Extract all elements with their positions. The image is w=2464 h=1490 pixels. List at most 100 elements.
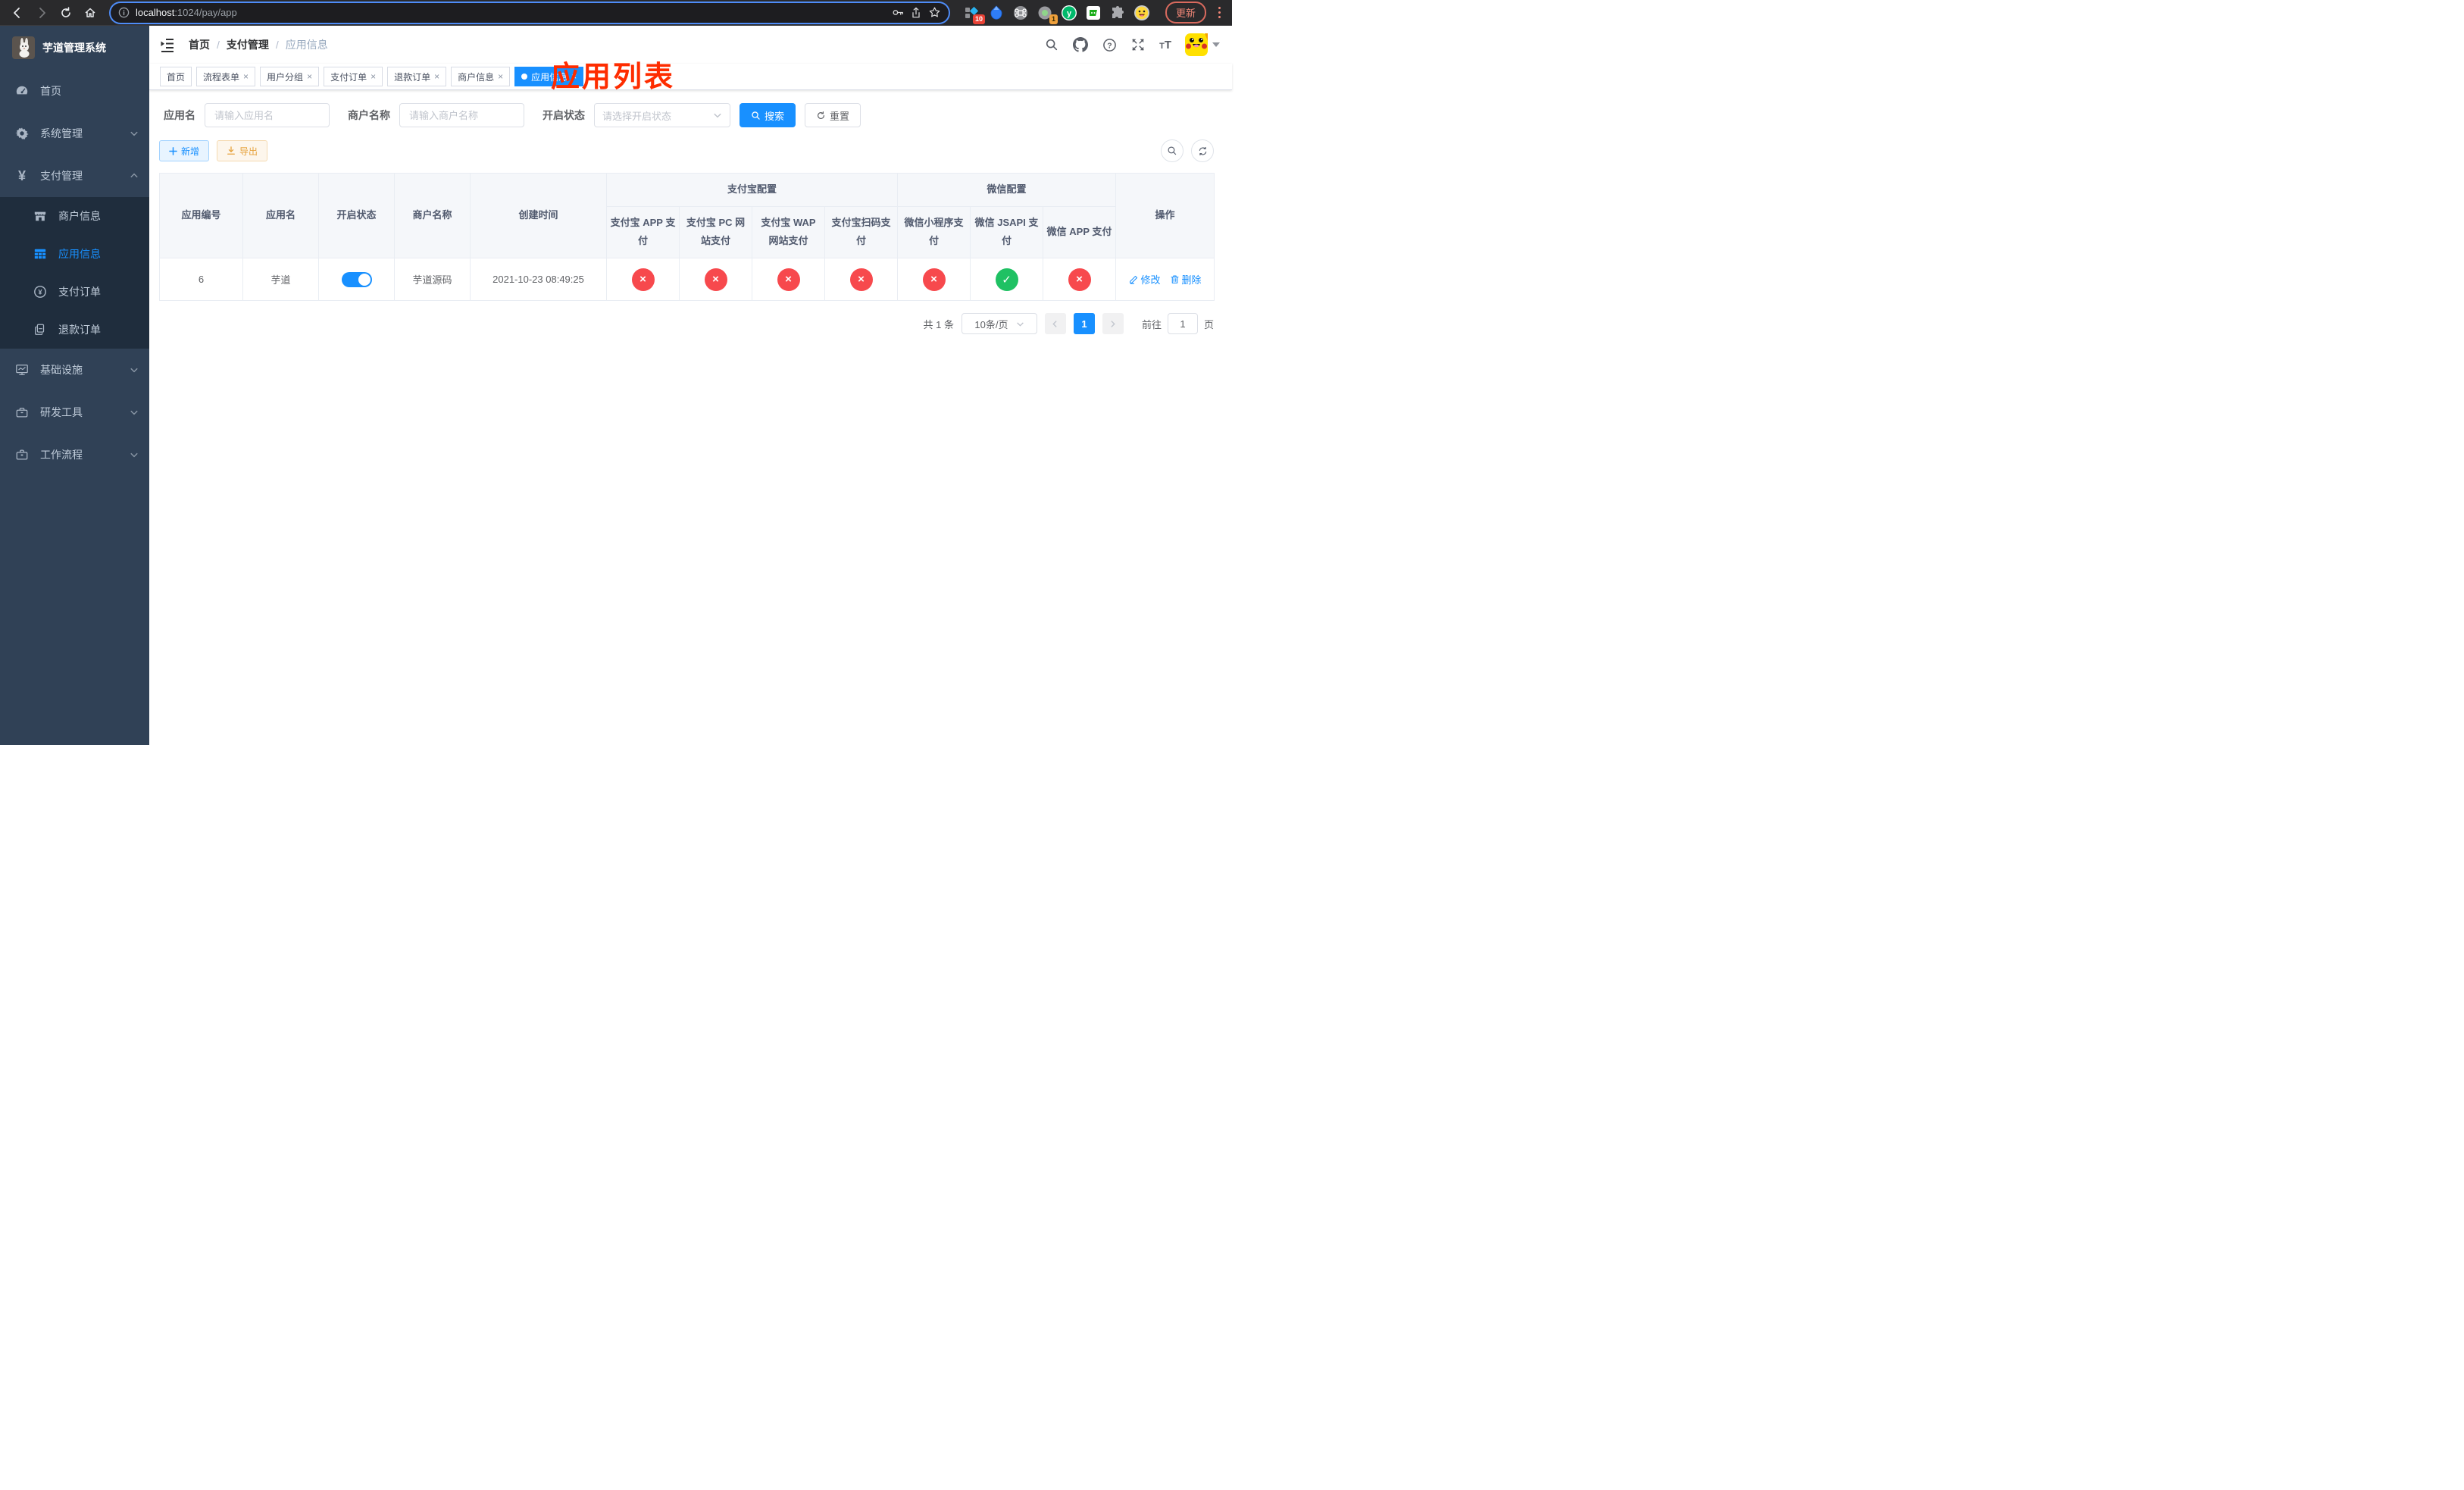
chevron-down-icon: [130, 450, 139, 459]
sidebar-logo[interactable]: 芋道管理系统: [0, 26, 149, 70]
tag-refund-orders[interactable]: 退款订单 ×: [387, 67, 447, 86]
goto-page-input[interactable]: [1167, 313, 1198, 335]
sidebar-item-label: 支付管理: [40, 170, 83, 182]
fullscreen-icon[interactable]: [1130, 37, 1146, 52]
close-icon[interactable]: ×: [307, 71, 312, 82]
sidebar-item-payment[interactable]: ¥ 支付管理: [0, 155, 149, 197]
tag-merchant-info[interactable]: 商户信息 ×: [451, 67, 511, 86]
chevron-up-icon: [130, 171, 139, 180]
col-alipay-pc: 支付宝 PC 网站支付: [679, 205, 752, 259]
tag-process-form[interactable]: 流程表单 ×: [196, 67, 256, 86]
page-size-select[interactable]: 10条/页: [961, 313, 1037, 335]
timer-extension-icon[interactable]: 1: [1037, 5, 1058, 24]
password-key-icon[interactable]: [891, 6, 904, 19]
breadcrumb-home[interactable]: 首页: [189, 37, 210, 52]
prev-page-button[interactable]: [1044, 313, 1066, 335]
share-icon[interactable]: [910, 7, 922, 19]
sidebar-item-label: 工作流程: [40, 449, 83, 461]
site-info-icon[interactable]: [118, 7, 130, 18]
sidebar-item-app-info[interactable]: 应用信息: [0, 235, 149, 273]
font-size-icon[interactable]: TT: [1159, 39, 1171, 52]
refresh-table-button[interactable]: [1191, 139, 1214, 162]
wechat-lite-pay-status: ×: [922, 268, 946, 291]
col-group-alipay: 支付宝配置: [605, 173, 899, 207]
col-merchant: 商户名称: [394, 172, 471, 259]
show-search-button[interactable]: [1161, 139, 1184, 162]
sidebar-item-merchant-info[interactable]: 商户信息: [0, 197, 149, 235]
chat-extension-icon[interactable]: [1085, 5, 1102, 21]
status-toggle[interactable]: [341, 271, 372, 287]
address-bar[interactable]: localhost:1024/pay/app: [111, 2, 949, 23]
sidebar-item-dev-tools[interactable]: 研发工具: [0, 391, 149, 434]
edit-link[interactable]: 修改: [1129, 272, 1161, 286]
briefcase-icon: [15, 448, 29, 462]
close-icon[interactable]: ×: [434, 71, 439, 82]
sidebar-item-label: 首页: [40, 85, 61, 97]
next-page-button[interactable]: [1102, 313, 1124, 335]
sidebar-item-home[interactable]: 首页: [0, 70, 149, 112]
browser-reload-icon[interactable]: [56, 3, 76, 23]
close-icon[interactable]: ×: [371, 71, 376, 82]
sidebar-item-label: 退款订单: [58, 324, 101, 336]
close-icon[interactable]: ×: [243, 71, 249, 82]
status-select[interactable]: 请选择开启状态: [594, 103, 730, 127]
export-button[interactable]: 导出: [217, 140, 268, 161]
app-title: 芋道管理系统: [42, 42, 106, 54]
browser-update-button[interactable]: 更新: [1165, 2, 1206, 23]
extension-badge: 1: [1049, 14, 1058, 24]
gear-icon: [15, 127, 29, 140]
wechat-jsapi-pay-status: ✓: [995, 268, 1018, 291]
page-number-button[interactable]: 1: [1073, 313, 1095, 335]
navbar-actions: ? TT: [1044, 33, 1220, 56]
search-icon[interactable]: [1044, 37, 1059, 52]
puzzle-extension-icon[interactable]: [1109, 5, 1126, 21]
user-menu[interactable]: [1185, 33, 1220, 56]
hamburger-icon[interactable]: [160, 37, 175, 52]
plus-icon: [169, 146, 177, 155]
delete-link[interactable]: 删除: [1170, 272, 1202, 286]
sidebar-item-system[interactable]: 系统管理: [0, 112, 149, 155]
browser-home-icon[interactable]: [80, 3, 100, 23]
tag-pay-orders[interactable]: 支付订单 ×: [324, 67, 383, 86]
sidebar-item-label: 商户信息: [58, 210, 101, 222]
cell-app-id: 6: [159, 258, 243, 302]
gem-extension-icon[interactable]: [988, 5, 1005, 21]
breadcrumb-payment[interactable]: 支付管理: [227, 37, 269, 52]
emoji-extension-icon[interactable]: [1134, 5, 1150, 21]
add-button[interactable]: 新增: [159, 140, 210, 161]
col-status: 开启状态: [318, 172, 395, 259]
table-tools: [1161, 139, 1214, 162]
sidebar-item-pay-orders[interactable]: ¥ 支付订单: [0, 273, 149, 311]
command-extension-icon[interactable]: [1012, 5, 1029, 21]
monitor-chart-icon: [15, 363, 29, 377]
browser-back-icon[interactable]: [8, 3, 27, 23]
merchant-name-input[interactable]: [399, 103, 524, 127]
sidebar-item-infrastructure[interactable]: 基础设施: [0, 349, 149, 391]
pagination: 共 1 条 10条/页 1 前往 页: [159, 313, 1214, 335]
chevron-down-icon: [130, 365, 139, 374]
browser-menu-icon[interactable]: [1214, 5, 1224, 21]
reset-button[interactable]: 重置: [805, 103, 861, 127]
search-button[interactable]: 搜索: [740, 103, 796, 127]
sidebar-item-refund-orders[interactable]: 退款订单: [0, 311, 149, 349]
bookmarks-extension-icon[interactable]: 10: [964, 5, 985, 24]
tag-home[interactable]: 首页: [160, 67, 192, 86]
app-name-input[interactable]: [205, 103, 330, 127]
cell-status: [318, 258, 395, 302]
sidebar-item-workflow[interactable]: 工作流程: [0, 434, 149, 476]
app-name-label: 应用名: [164, 109, 195, 121]
tag-user-group[interactable]: 用户分组 ×: [260, 67, 320, 86]
yuque-extension-icon[interactable]: y: [1061, 5, 1077, 21]
breadcrumb: 首页 / 支付管理 / 应用信息: [189, 37, 328, 52]
github-icon[interactable]: [1073, 37, 1089, 52]
col-wx-app: 微信 APP 支付: [1043, 205, 1117, 259]
bookmark-star-icon[interactable]: [928, 6, 941, 19]
browser-toolbar: localhost:1024/pay/app 10 1 y 更新: [0, 0, 1232, 26]
col-created: 创建时间: [470, 172, 607, 259]
alipay-qr-pay-status: ×: [849, 268, 873, 291]
browser-forward-icon[interactable]: [32, 3, 52, 23]
url-path: :1024/pay/app: [174, 7, 237, 18]
help-icon[interactable]: ?: [1102, 37, 1117, 52]
close-icon[interactable]: ×: [498, 71, 503, 82]
svg-text:y: y: [1067, 9, 1072, 18]
